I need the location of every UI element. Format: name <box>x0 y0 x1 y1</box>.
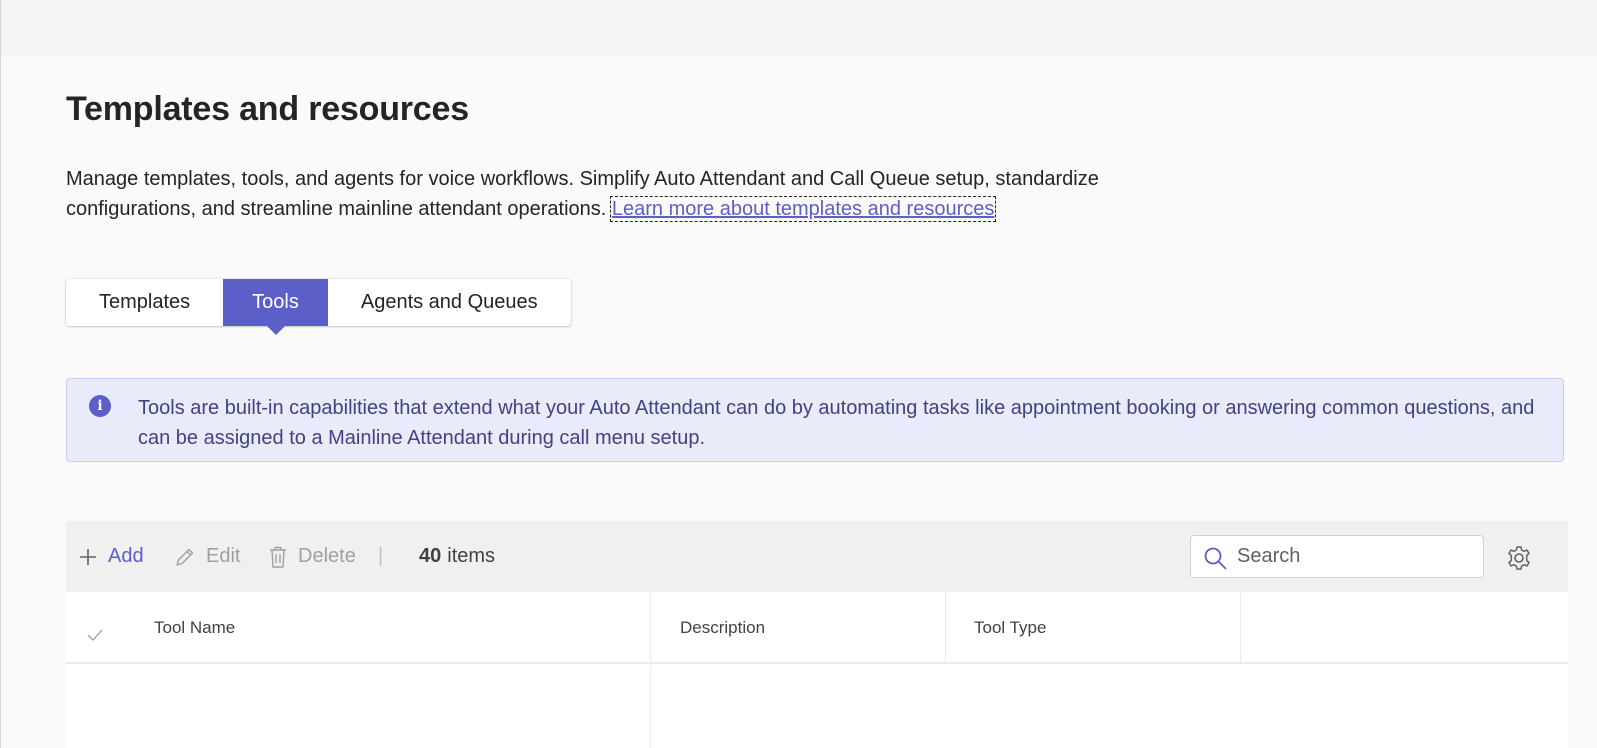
column-header-tool-type[interactable]: Tool Type <box>974 592 1046 664</box>
row-column-divider <box>650 666 651 748</box>
search-icon <box>1204 547 1227 570</box>
tab-bar: Templates Tools Agents and Queues <box>66 279 571 335</box>
info-banner-text: Tools are built-in capabilities that ext… <box>138 397 1535 449</box>
edit-button[interactable]: Edit <box>174 521 240 592</box>
page-title: Templates and resources <box>66 90 469 128</box>
table-header: Tool Name Description Tool Type <box>66 592 1568 664</box>
add-button-label: Add <box>108 545 144 567</box>
search-box <box>1190 535 1484 578</box>
trash-icon <box>270 546 286 568</box>
plus-icon <box>80 548 96 565</box>
info-banner: i Tools are built-in capabilities that e… <box>66 378 1564 462</box>
toolbar-separator: | <box>378 545 384 567</box>
item-count-label: items <box>447 545 496 567</box>
learn-more-link[interactable]: Learn more about templates and resources <box>609 196 997 222</box>
add-button[interactable]: Add <box>78 521 144 592</box>
tools-table: Tool Name Description Tool Type <box>66 592 1568 748</box>
settings-gear-icon[interactable] <box>1506 545 1532 576</box>
page-description: Manage templates, tools, and agents for … <box>66 164 1186 224</box>
column-divider <box>650 592 651 664</box>
tab-tools[interactable]: Tools <box>223 279 328 335</box>
delete-button-label: Delete <box>298 545 356 567</box>
top-header-bar <box>0 0 1597 56</box>
item-count-number: 40 <box>419 545 442 567</box>
column-header-description[interactable]: Description <box>680 592 765 664</box>
tab-templates[interactable]: Templates <box>66 279 223 326</box>
select-all-checkmark-icon[interactable] <box>86 628 104 647</box>
info-icon: i <box>89 395 111 417</box>
tab-agents-and-queues[interactable]: Agents and Queues <box>328 279 571 326</box>
item-count: 40 items <box>419 521 495 592</box>
pencil-icon <box>176 548 194 566</box>
column-divider <box>945 592 946 664</box>
edit-button-label: Edit <box>206 545 241 567</box>
column-header-tool-name[interactable]: Tool Name <box>154 592 235 664</box>
column-divider <box>1240 592 1241 664</box>
search-input[interactable] <box>1237 536 1477 577</box>
delete-button[interactable]: Delete <box>268 521 356 592</box>
command-bar: Add Edit Delete | 40 items <box>66 521 1568 592</box>
